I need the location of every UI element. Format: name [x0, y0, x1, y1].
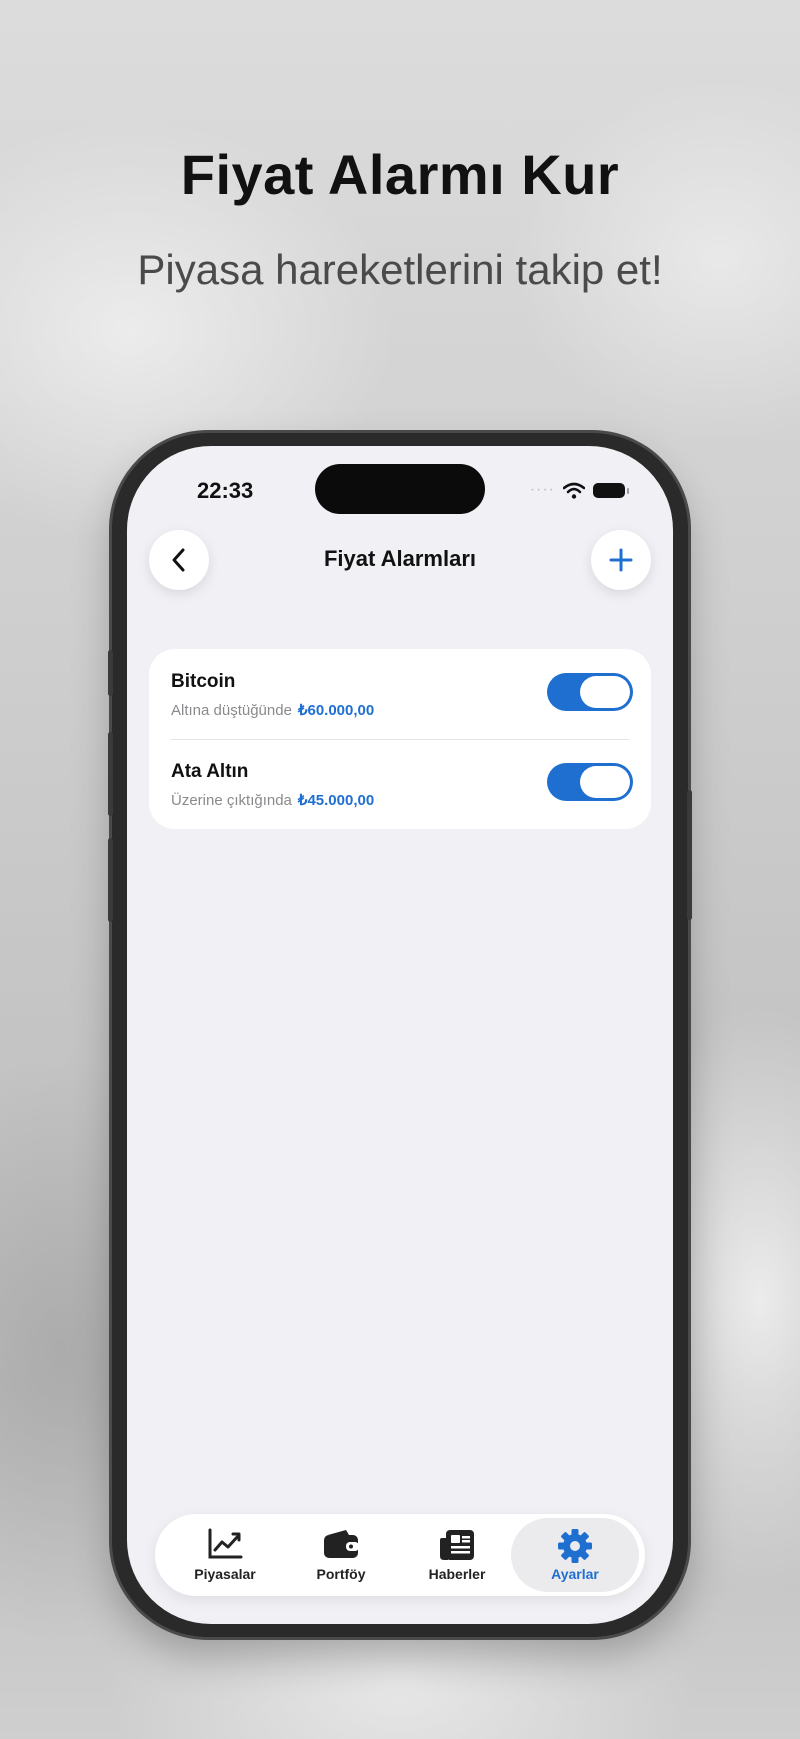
- phone-volume-down-button: [108, 838, 113, 922]
- alarm-toggle-ata-altin[interactable]: [547, 763, 633, 801]
- promo-headline: Fiyat Alarmı Kur: [180, 143, 620, 206]
- wallet-icon: [324, 1530, 359, 1558]
- battery-icon: [593, 482, 629, 498]
- phone-volume-up-button: [108, 732, 113, 816]
- tab-label: Ayarlar: [551, 1566, 599, 1582]
- tab-label: Haberler: [428, 1566, 486, 1582]
- alarm-condition: Üzerine çıktığında ₺45.000,00: [171, 791, 374, 809]
- alarm-condition-text: Altına düştüğünde: [171, 702, 292, 719]
- tab-label: Piyasalar: [194, 1566, 256, 1582]
- alarm-name: Ata Altın: [171, 761, 249, 782]
- phone-power-button: [687, 790, 692, 920]
- wifi-icon: [563, 482, 585, 499]
- alarm-amount: ₺45.000,00: [297, 792, 375, 809]
- signal-icon: ····: [529, 481, 555, 498]
- status-icons: ····: [529, 480, 629, 500]
- alarm-condition: Altına düştüğünde ₺60.000,00: [171, 701, 374, 719]
- dynamic-island: [315, 464, 485, 514]
- alarm-amount: ₺60.000,00: [297, 702, 375, 719]
- gear-icon: [558, 1529, 592, 1563]
- tab-portfoy[interactable]: Portföy: [283, 1518, 399, 1592]
- toggle-knob: [580, 676, 630, 708]
- status-time: 22:33: [197, 478, 254, 503]
- phone-screen: 22:33 ···· Fiyat Alarmları Bitcoin Altın…: [127, 446, 673, 1624]
- phone-action-button: [108, 650, 113, 696]
- alarm-row-ata-altin[interactable]: Ata Altın Üzerine çıktığında ₺45.000,00: [171, 739, 633, 829]
- tab-bar: Piyasalar Portföy Haberler Ayarlar: [155, 1514, 645, 1596]
- alarm-row-bitcoin[interactable]: Bitcoin Altına düştüğünde ₺60.000,00: [171, 649, 633, 739]
- tab-label: Portföy: [316, 1566, 366, 1582]
- tab-haberler[interactable]: Haberler: [399, 1518, 515, 1592]
- promo-subline: Piyasa hareketlerini takip et!: [137, 246, 663, 293]
- alarm-list-card: Bitcoin Altına düştüğünde ₺60.000,00 Ata …: [149, 649, 651, 829]
- tab-ayarlar[interactable]: Ayarlar: [511, 1518, 639, 1592]
- chart-line-icon: [208, 1528, 243, 1559]
- alarm-toggle-bitcoin[interactable]: [547, 673, 633, 711]
- tab-piyasalar[interactable]: Piyasalar: [167, 1518, 283, 1592]
- toggle-knob: [580, 766, 630, 798]
- alarm-name: Bitcoin: [171, 671, 236, 692]
- alarm-condition-text: Üzerine çıktığında: [171, 792, 292, 809]
- plus-icon: [609, 548, 633, 572]
- newspaper-icon: [440, 1530, 474, 1560]
- add-alarm-button[interactable]: [591, 530, 651, 590]
